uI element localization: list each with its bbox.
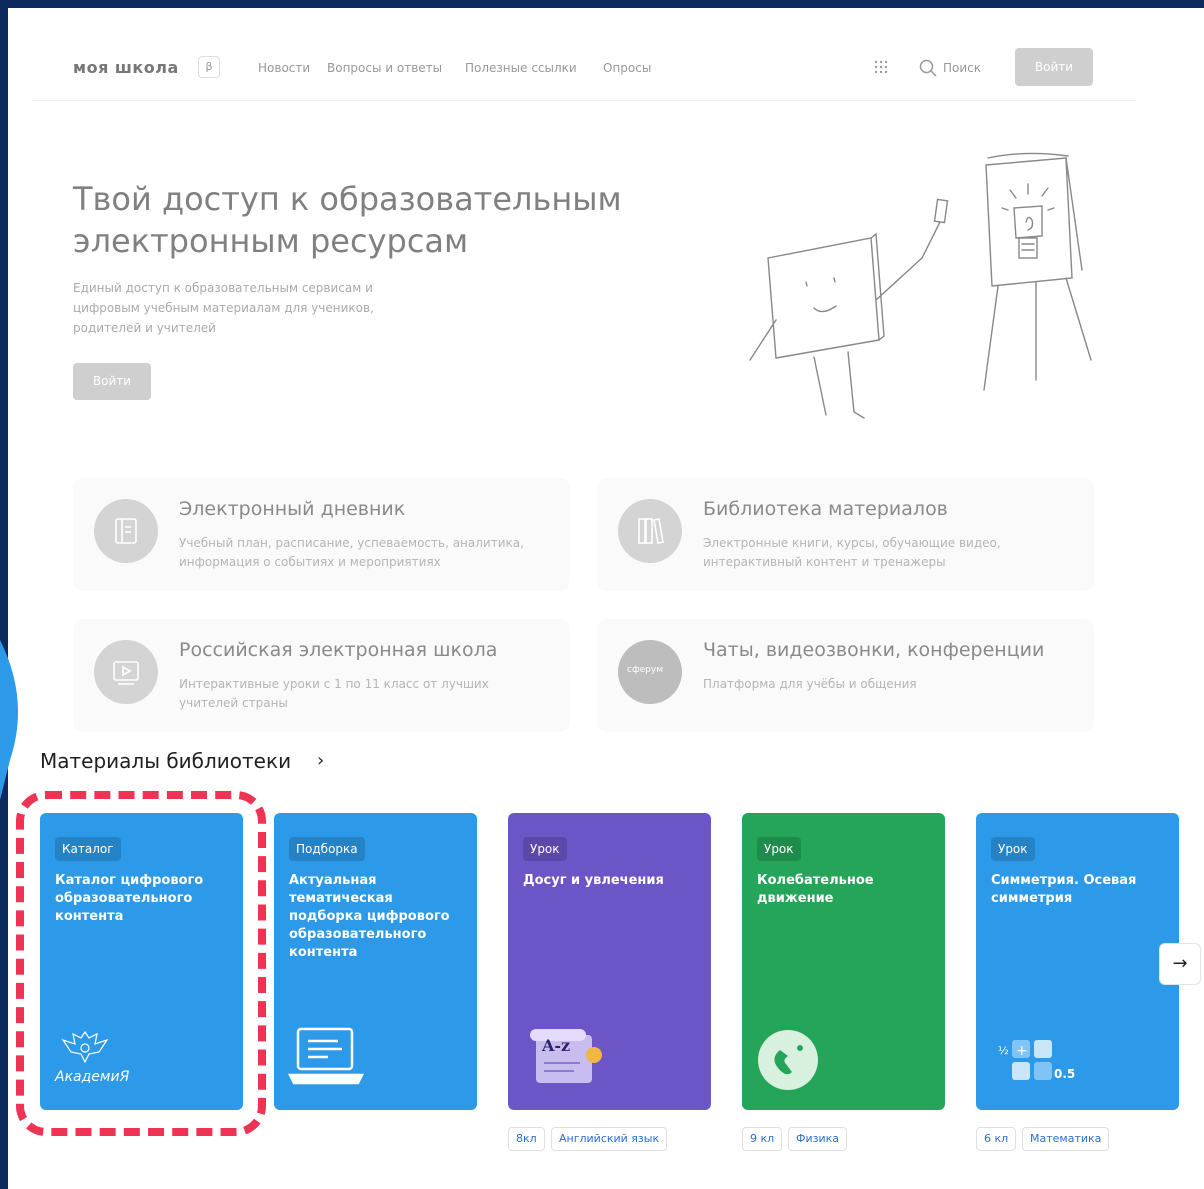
card-title: Актуальная тематическая подборка цифрово… xyxy=(289,873,450,960)
tag-grade[interactable]: 6 кл xyxy=(976,1127,1017,1151)
service-library[interactable]: Библиотека материалов Электронные книги,… xyxy=(597,478,1094,591)
site-header: моя школа β Новости Вопросы и ответы Пол… xyxy=(32,40,1136,101)
hero-subtitle: Единый доступ к образовательным сервисам… xyxy=(73,281,374,335)
tag-subject[interactable]: Английский язык xyxy=(551,1127,668,1151)
search-label[interactable]: Поиск xyxy=(943,61,981,75)
diary-icon xyxy=(94,499,158,563)
svg-text:0.5: 0.5 xyxy=(1054,1067,1075,1081)
svg-text:½: ½ xyxy=(998,1044,1009,1057)
carousel-next-button[interactable]: → xyxy=(1159,943,1201,985)
hero-title: Твой доступ к образовательным электронны… xyxy=(73,180,622,260)
nav-polls[interactable]: Опросы xyxy=(603,61,651,75)
card-badge: Подборка xyxy=(289,837,365,861)
card-title: Досуг и увлечения xyxy=(523,873,664,888)
search-icon[interactable] xyxy=(919,59,937,77)
nav-faq[interactable]: Вопросы и ответы xyxy=(327,61,442,75)
tag-grade[interactable]: 8кл xyxy=(508,1127,545,1151)
frame-top-border xyxy=(0,0,1204,8)
card-badge: Урок xyxy=(757,837,801,861)
library-card-leisure[interactable]: Урок Досуг и увлечения A-z xyxy=(508,813,711,1110)
dictionary-scroll-icon: A-z xyxy=(530,1029,602,1083)
logo[interactable]: моя школа xyxy=(73,58,179,77)
chevron-right-icon[interactable]: › xyxy=(317,750,324,771)
frame-left-border xyxy=(0,0,8,1189)
service-diary[interactable]: Электронный дневник Учебный план, распис… xyxy=(73,478,570,591)
tag-subject[interactable]: Математика xyxy=(1022,1127,1110,1151)
login-button[interactable]: Войти xyxy=(1015,48,1093,86)
library-card-symmetry[interactable]: Урок Симметрия. Осевая симметрия + 0.5 ½ xyxy=(976,813,1179,1110)
card-badge: Урок xyxy=(991,837,1035,861)
annotation-pointer-shape xyxy=(0,640,18,800)
books-icon xyxy=(618,499,682,563)
service-title: Библиотека материалов xyxy=(703,498,948,520)
laptop-icon xyxy=(288,1027,364,1085)
service-desc: Учебный план, расписание, успеваемость, … xyxy=(179,536,524,569)
service-title: Российская электронная школа xyxy=(179,639,498,661)
service-desc: Электронные книги, курсы, обучающие виде… xyxy=(703,536,1001,569)
svg-text:+: + xyxy=(1016,1043,1028,1059)
nav-links[interactable]: Полезные ссылки xyxy=(465,61,577,75)
card-badge: Урок xyxy=(523,837,567,861)
card-title: Симметрия. Осевая симметрия xyxy=(991,873,1137,906)
service-desc: Платформа для учёбы и общения xyxy=(703,677,917,691)
tag-grade[interactable]: 9 кл xyxy=(742,1127,783,1151)
magnet-icon xyxy=(758,1030,818,1090)
library-card-collection[interactable]: Подборка Актуальная тематическая подборк… xyxy=(274,813,477,1110)
service-desc: Интерактивные уроки с 1 по 11 класс от л… xyxy=(179,677,489,710)
service-sferum[interactable]: сферум Чаты, видеозвонки, конференции Пл… xyxy=(597,619,1094,732)
tag-subject[interactable]: Физика xyxy=(788,1127,848,1151)
sferum-logo-icon: сферум xyxy=(618,640,682,704)
card-title: Колебательное движение xyxy=(757,873,874,906)
sferum-logo-text: сферум xyxy=(627,665,664,675)
library-section-title[interactable]: Материалы библиотеки xyxy=(40,749,291,773)
service-resh[interactable]: Российская электронная школа Интерактивн… xyxy=(73,619,570,732)
service-title: Чаты, видеозвонки, конференции xyxy=(703,639,1045,661)
apps-grid-icon[interactable] xyxy=(874,60,888,74)
math-blocks-icon: + 0.5 ½ xyxy=(998,1040,1075,1081)
beta-badge: β xyxy=(198,56,220,78)
nav-news[interactable]: Новости xyxy=(258,61,310,75)
svg-text:A-z: A-z xyxy=(541,1036,570,1055)
annotation-highlight-frame xyxy=(16,791,266,1136)
video-lesson-icon xyxy=(94,640,158,704)
hero-login-button[interactable]: Войти xyxy=(73,363,151,400)
library-card-oscillation[interactable]: Урок Колебательное движение xyxy=(742,813,945,1110)
hero-illustration xyxy=(749,152,1092,419)
service-title: Электронный дневник xyxy=(179,498,406,520)
